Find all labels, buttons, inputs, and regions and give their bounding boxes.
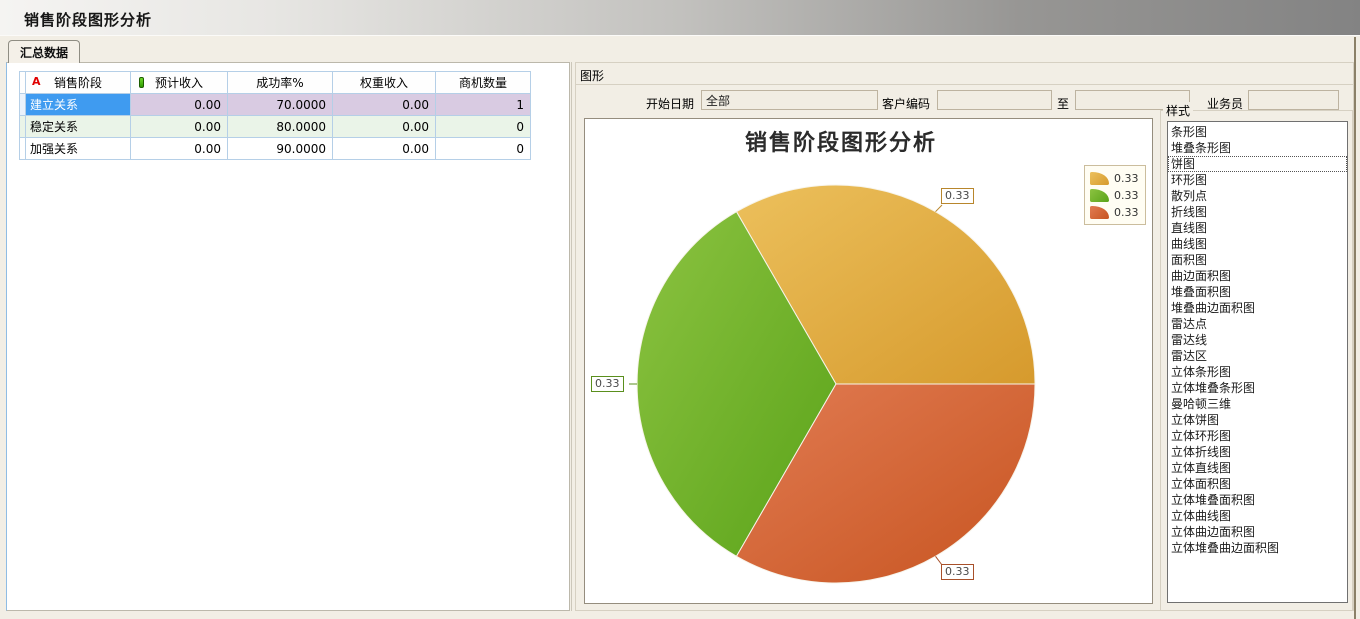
style-option[interactable]: 堆叠面积图	[1168, 284, 1347, 300]
style-option[interactable]: 堆叠曲边面积图	[1168, 300, 1347, 316]
graph-panel-title: 图形	[580, 67, 604, 84]
style-option[interactable]: 立体条形图	[1168, 364, 1347, 380]
tab-summary-data[interactable]: 汇总数据	[8, 40, 80, 63]
style-option[interactable]: 饼图	[1168, 156, 1347, 172]
style-option[interactable]: 折线图	[1168, 204, 1347, 220]
column-header[interactable]: 成功率%	[228, 72, 333, 94]
legend-swatch-icon	[1090, 189, 1109, 202]
pie-chart-box: 销售阶段图形分析 0.33 0.33 0.33 0.33 0.33 0.33	[584, 118, 1153, 604]
style-option[interactable]: 曲边面积图	[1168, 268, 1347, 284]
style-option[interactable]: 曲线图	[1168, 236, 1347, 252]
column-header[interactable]: 商机数量	[436, 72, 531, 94]
salesperson-input[interactable]	[1248, 90, 1339, 110]
tab-label: 汇总数据	[20, 46, 68, 60]
style-option[interactable]: 立体折线图	[1168, 444, 1347, 460]
style-option[interactable]: 雷达区	[1168, 348, 1347, 364]
style-option[interactable]: 立体曲线图	[1168, 508, 1347, 524]
table-row[interactable]: 建立关系0.0070.00000.001	[20, 94, 531, 116]
pie-chart	[585, 119, 1154, 605]
panel-splitter[interactable]	[571, 62, 572, 611]
style-option[interactable]: 立体曲边面积图	[1168, 524, 1347, 540]
style-option[interactable]: 面积图	[1168, 252, 1347, 268]
customer-code-from-input[interactable]	[937, 90, 1052, 110]
customer-code-label: 客户编码	[882, 95, 930, 112]
table-row[interactable]: 加强关系0.0090.00000.000	[20, 138, 531, 160]
column-header[interactable]: 权重收入	[333, 72, 436, 94]
summary-table: A销售阶段预计收入成功率%权重收入商机数量建立关系0.0070.00000.00…	[19, 71, 531, 160]
style-option[interactable]: 直线图	[1168, 220, 1347, 236]
start-date-input[interactable]	[701, 90, 878, 110]
summary-table-panel: A销售阶段预计收入成功率%权重收入商机数量建立关系0.0070.00000.00…	[6, 62, 570, 611]
legend-swatch-icon	[1090, 206, 1109, 219]
legend-item: 0.33	[1090, 204, 1140, 221]
legend-item: 0.33	[1090, 187, 1140, 204]
to-label: 至	[1057, 95, 1069, 112]
slice-label-1: 0.33	[591, 376, 624, 392]
window-title-bar: 销售阶段图形分析	[0, 0, 1360, 36]
styles-panel: 样式 条形图堆叠条形图饼图环形图散列点折线图直线图曲线图面积图曲边面积图堆叠面积…	[1160, 110, 1353, 611]
slice-label-0: 0.33	[941, 188, 974, 204]
style-option[interactable]: 立体面积图	[1168, 476, 1347, 492]
legend-item: 0.33	[1090, 170, 1140, 187]
style-option[interactable]: 立体堆叠条形图	[1168, 380, 1347, 396]
style-option[interactable]: 立体堆叠曲边面积图	[1168, 540, 1347, 556]
style-option[interactable]: 雷达线	[1168, 332, 1347, 348]
style-option[interactable]: 曼哈顿三维	[1168, 396, 1347, 412]
style-option[interactable]: 雷达点	[1168, 316, 1347, 332]
style-option[interactable]: 立体环形图	[1168, 428, 1347, 444]
column-header[interactable]: 预计收入	[131, 72, 228, 94]
filter-icon	[139, 77, 144, 88]
style-option[interactable]: 条形图	[1168, 124, 1347, 140]
slice-label-2: 0.33	[941, 564, 974, 580]
graph-panel-header: 图形	[576, 63, 1353, 85]
column-header[interactable]: A销售阶段	[26, 72, 131, 94]
style-option[interactable]: 立体堆叠面积图	[1168, 492, 1347, 508]
style-list[interactable]: 条形图堆叠条形图饼图环形图散列点折线图直线图曲线图面积图曲边面积图堆叠面积图堆叠…	[1167, 121, 1348, 603]
style-option[interactable]: 散列点	[1168, 188, 1347, 204]
table-header-row: A销售阶段预计收入成功率%权重收入商机数量	[20, 72, 531, 94]
page-title: 销售阶段图形分析	[24, 9, 152, 30]
window-frame-edge	[1354, 37, 1356, 619]
chart-legend: 0.33 0.33 0.33	[1084, 165, 1146, 225]
sort-a-icon: A	[32, 75, 41, 88]
style-option[interactable]: 立体饼图	[1168, 412, 1347, 428]
style-option[interactable]: 环形图	[1168, 172, 1347, 188]
style-option[interactable]: 堆叠条形图	[1168, 140, 1347, 156]
style-option[interactable]: 立体直线图	[1168, 460, 1347, 476]
legend-swatch-icon	[1090, 172, 1109, 185]
start-date-label: 开始日期	[646, 95, 694, 112]
label-connector	[936, 205, 943, 212]
table-row[interactable]: 稳定关系0.0080.00000.000	[20, 116, 531, 138]
styles-panel-title: 样式	[1163, 102, 1193, 119]
